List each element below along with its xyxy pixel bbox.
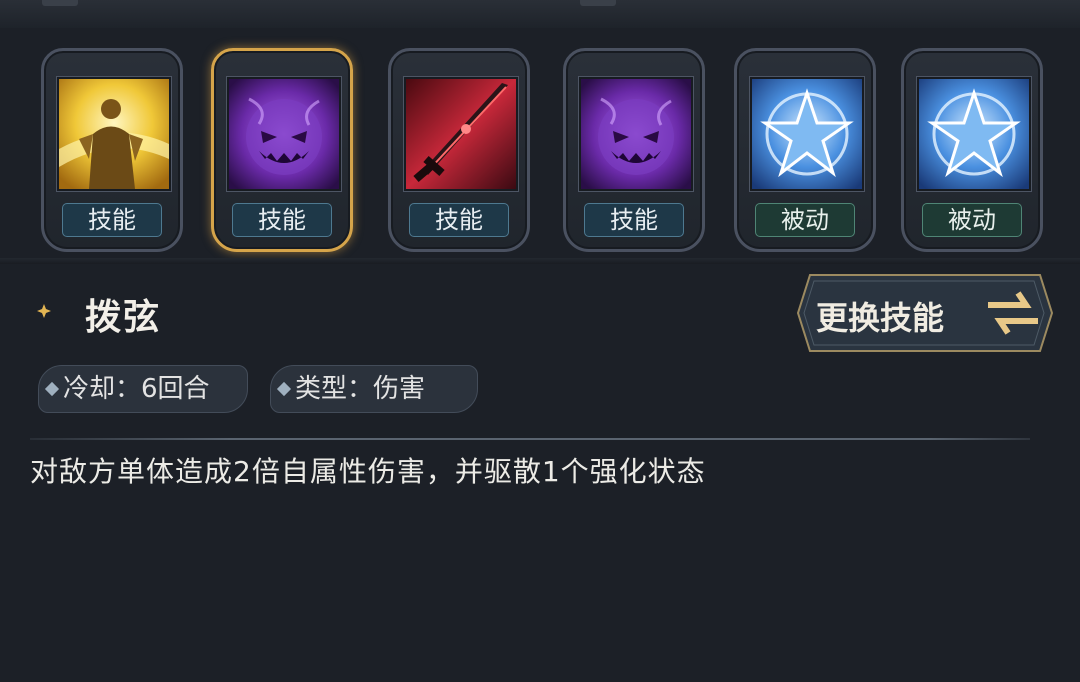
change-skill-label: 更换技能 <box>816 299 945 337</box>
section-divider <box>0 258 1080 264</box>
blue-star-icon <box>749 76 865 192</box>
slot-2-tag: 技能 <box>232 203 332 237</box>
slot-4-tag: 技能 <box>584 203 684 237</box>
skill-name: 拨弦 <box>85 297 162 338</box>
slot-1-tag: 技能 <box>62 203 162 237</box>
red-blade-icon <box>403 76 519 192</box>
divider-line <box>30 438 1030 440</box>
skill-slot-5[interactable]: 被动 <box>734 48 876 252</box>
cooldown-text: 冷却：6回合 <box>63 374 210 404</box>
swap-arrows-icon <box>988 291 1038 335</box>
skill-slot-3[interactable]: 技能 <box>388 48 530 252</box>
slot-5-tag: 被动 <box>755 203 855 237</box>
skill-description: 对敌方单体造成2倍自属性伤害，并驱散1个强化状态 <box>30 455 706 488</box>
purple-ghost-icon <box>226 76 342 192</box>
skill-slot-1[interactable]: 技能 <box>41 48 183 252</box>
diamond-icon <box>44 381 60 397</box>
skill-slot-6[interactable]: 被动 <box>901 48 1043 252</box>
skill-slot-2[interactable]: 技能 <box>211 48 353 252</box>
skill-slot-4[interactable]: 技能 <box>563 48 705 252</box>
cooldown-pill: 冷却：6回合 <box>38 365 248 413</box>
change-skill-button[interactable]: 更换技能 <box>796 273 1054 353</box>
type-pill: 类型：伤害 <box>270 365 478 413</box>
golden-warrior-icon <box>56 76 172 192</box>
slot-6-tag: 被动 <box>922 203 1022 237</box>
slot-3-tag: 技能 <box>409 203 509 237</box>
skill-slot-row: 技能 技能 技能 技能 被动 被动 <box>0 0 1080 262</box>
diamond-icon <box>276 381 292 397</box>
purple-ghost-icon <box>578 76 694 192</box>
sparkle-icon <box>37 304 51 318</box>
blue-star-icon <box>916 76 1032 192</box>
type-text: 类型：伤害 <box>295 374 426 404</box>
